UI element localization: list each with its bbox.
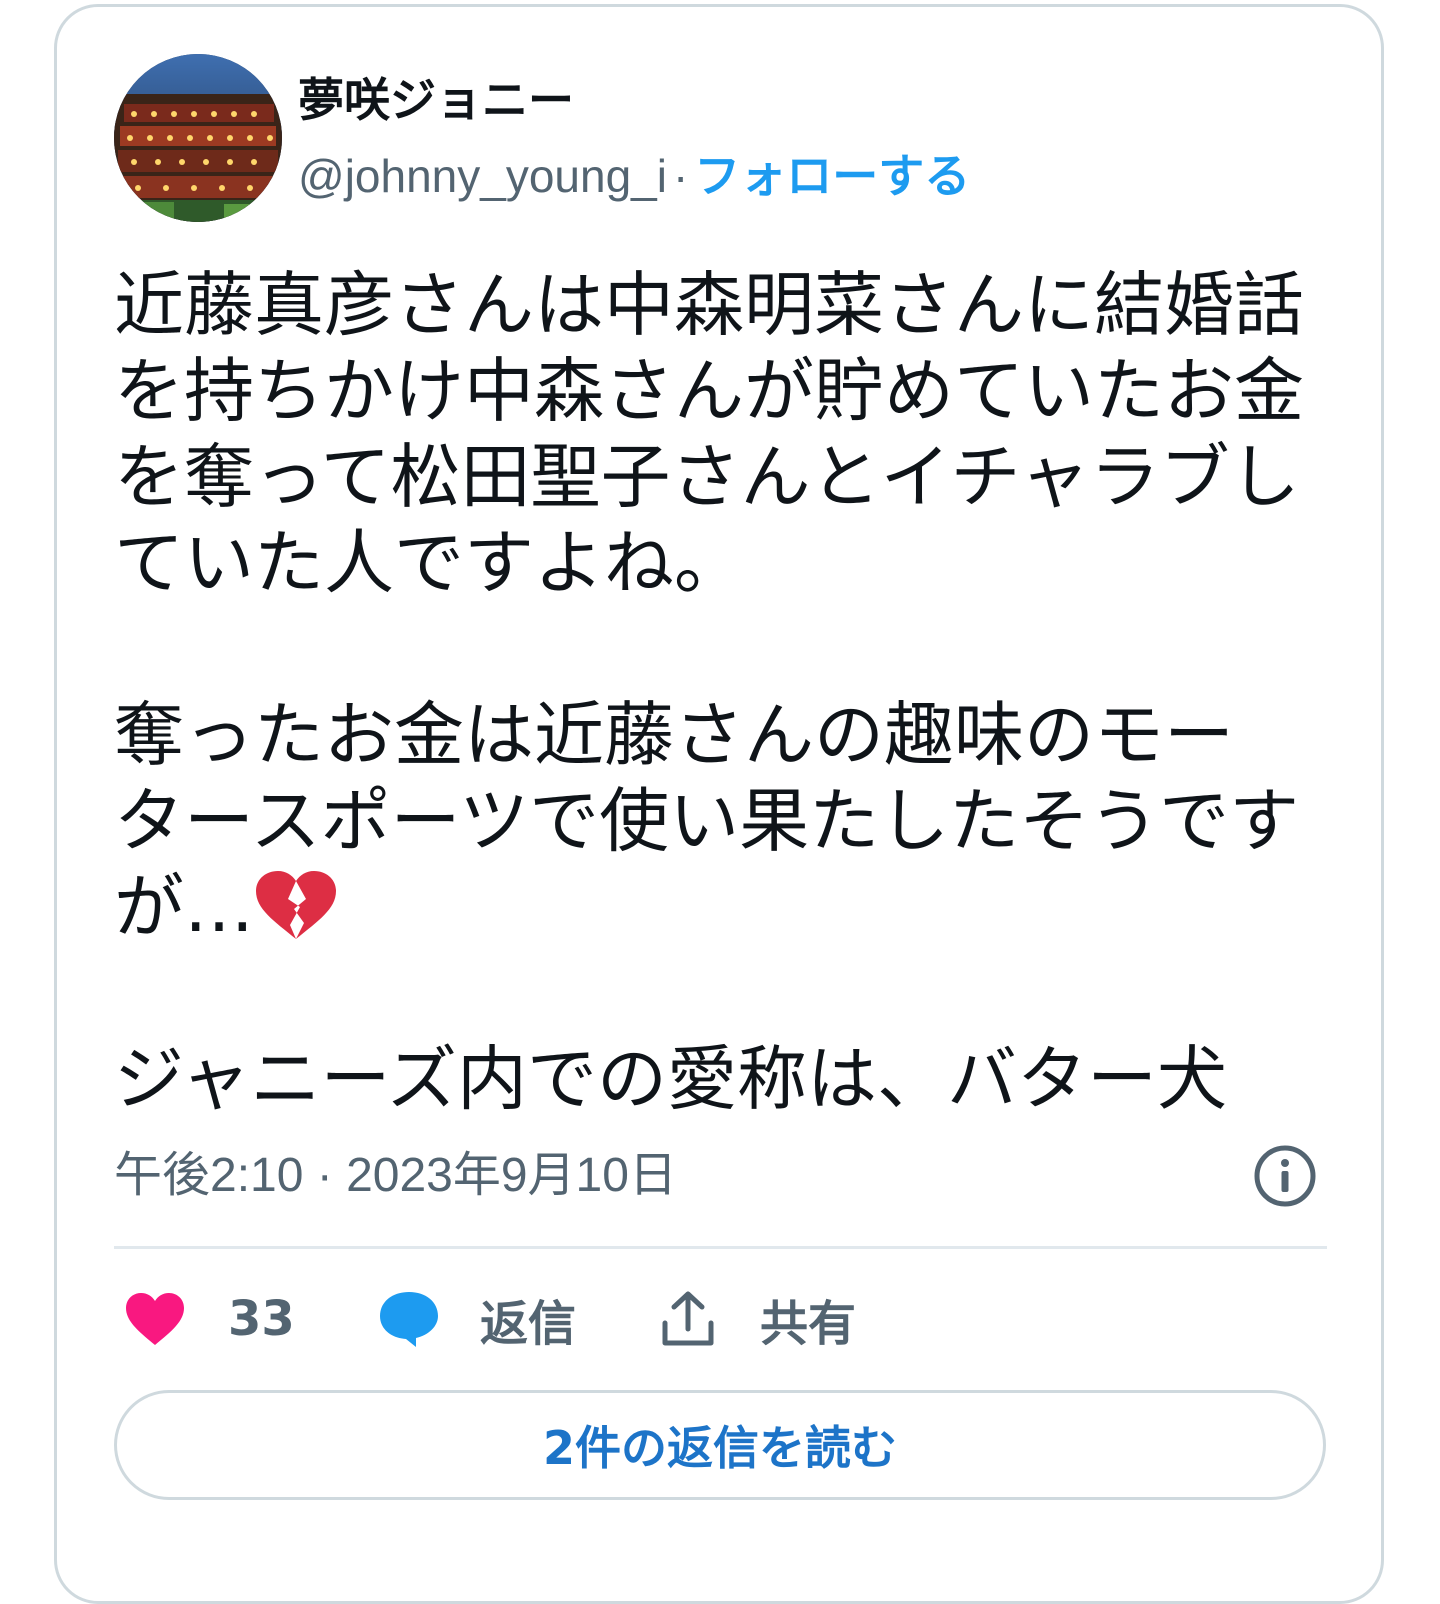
like-count: 33 [228,1291,295,1347]
share-icon [662,1291,714,1346]
separator-dot: · [672,150,689,202]
heart-icon [126,1293,184,1345]
display-name[interactable]: 夢咲ジョニー [298,70,574,130]
avatar-image [114,54,282,222]
speech-bubble-icon [380,1292,438,1347]
user-handle[interactable]: @johnny_young_i [298,150,667,202]
broken-heart-icon [254,869,338,941]
divider [114,1246,1327,1249]
read-replies-label: 2件の返信を読む [542,1421,897,1475]
read-replies-button[interactable]: 2件の返信を読む [114,1390,1326,1500]
like-button[interactable]: 33 [124,1284,295,1354]
tweet-timestamp[interactable]: 午後2:10 · 2023年9月10日 [114,1146,677,1206]
reply-button[interactable]: 返信 [378,1284,576,1354]
reply-label: 返信 [480,1296,577,1352]
tweet-text-part-1: 近藤真彦さんは中森明菜さんに結婚話 を持ちかけ中森さんが貯めていたお金 を奪って… [114,264,1304,948]
follow-link[interactable]: フォローする [694,150,970,202]
handle-row: @johnny_young_i · フォローする [298,146,970,206]
avatar[interactable] [114,54,282,222]
share-label: 共有 [760,1296,857,1352]
tweet-text: 近藤真彦さんは中森明菜さんに結婚話 を持ちかけ中森さんが貯めていたお金 を奪って… [114,262,1324,1122]
share-button[interactable]: 共有 [660,1284,856,1354]
tweet-text-part-2: ジャニーズ内での愛称は、バター犬 [114,1038,1227,1120]
action-bar: 33 返信 共有 [114,1284,1327,1354]
info-icon[interactable] [1253,1144,1317,1208]
